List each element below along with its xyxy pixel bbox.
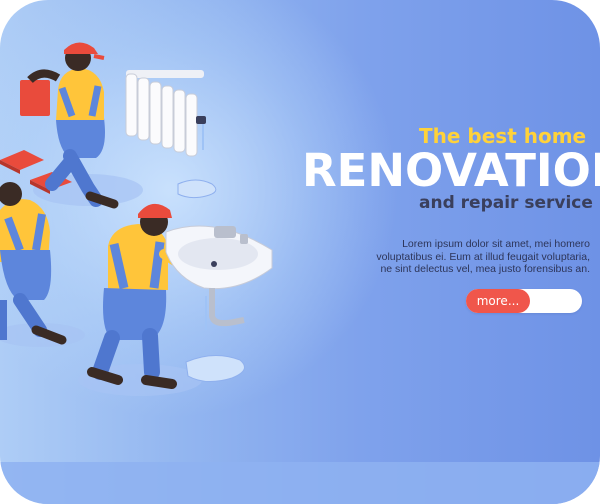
description-line: voluptatibus ei. Eum at illud feugait vo… [376, 250, 590, 263]
page-title: RENOVATION [302, 144, 600, 197]
description: Lorem ipsum dolor sit amet, mei homero v… [360, 238, 590, 276]
more-pill[interactable]: more... [466, 289, 582, 313]
subtitle: and repair service [419, 193, 593, 213]
sink-icon [165, 225, 273, 330]
description-line: Lorem ipsum dolor sit amet, mei homero [402, 238, 590, 250]
water-puddle-icon [185, 355, 245, 382]
description-line: ne sint delectus vel, mea justo forensib… [380, 263, 590, 275]
hero-banner: The best home RENOVATION and repair serv… [0, 0, 600, 504]
worker-icon [0, 182, 67, 345]
water-puddle-icon [177, 179, 217, 199]
radiator-icon [125, 70, 206, 157]
more-button[interactable]: more... [466, 289, 530, 313]
